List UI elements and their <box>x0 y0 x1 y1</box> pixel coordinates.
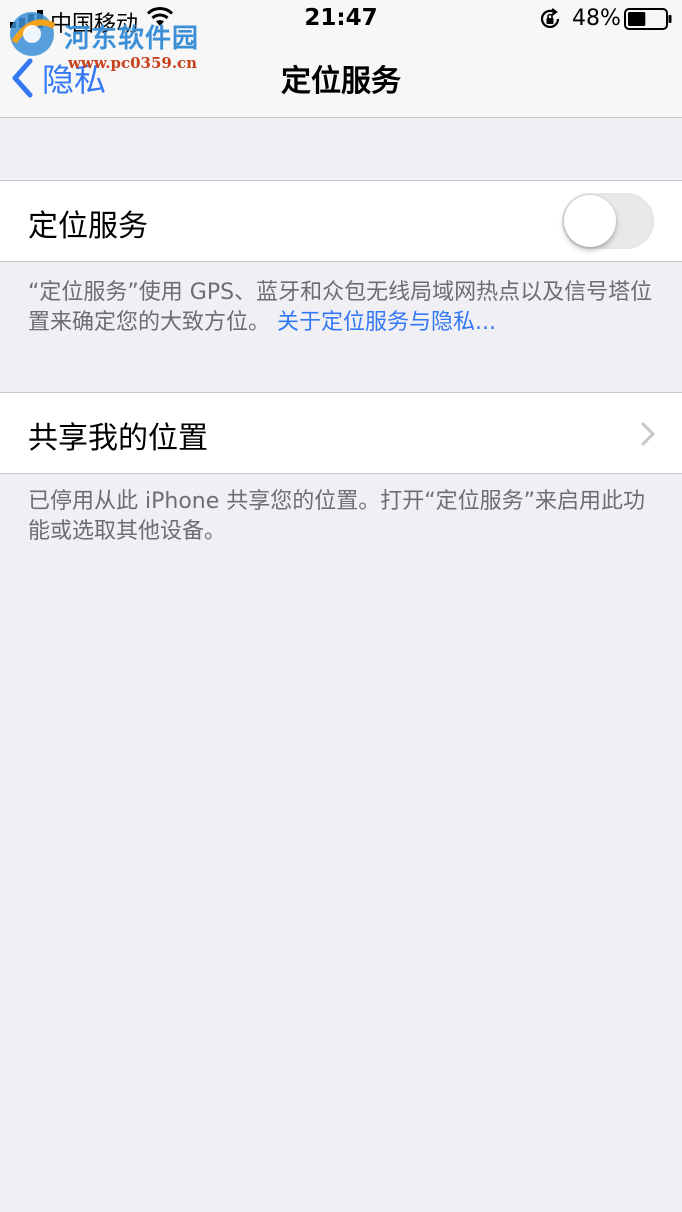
orientation-lock-icon <box>540 8 560 28</box>
page-title: 定位服务 <box>281 64 401 99</box>
battery-icon <box>624 8 672 30</box>
location-services-label: 定位服务 <box>28 209 148 244</box>
location-services-cell: 定位服务 <box>0 180 682 262</box>
location-services-toggle[interactable] <box>562 193 654 249</box>
location-services-footnote: “定位服务”使用 GPS、蓝牙和众包无线局域网热点以及信号塔位置来确定您的大致方… <box>28 278 658 338</box>
share-my-location-label: 共享我的位置 <box>28 421 208 456</box>
privacy-link[interactable]: 关于定位服务与隐私... <box>277 310 496 335</box>
toggle-knob <box>564 195 616 247</box>
share-location-footnote: 已停用从此 iPhone 共享您的位置。打开“定位服务”来启用此功能或选取其他设… <box>28 489 646 544</box>
status-bar: 中国移动 21:47 48% <box>0 0 682 40</box>
chevron-right-icon <box>641 422 655 446</box>
share-my-location-cell[interactable]: 共享我的位置 <box>0 392 682 474</box>
battery-percentage: 48% <box>572 6 621 31</box>
navigation-bar: 隐私 定位服务 <box>0 40 682 118</box>
